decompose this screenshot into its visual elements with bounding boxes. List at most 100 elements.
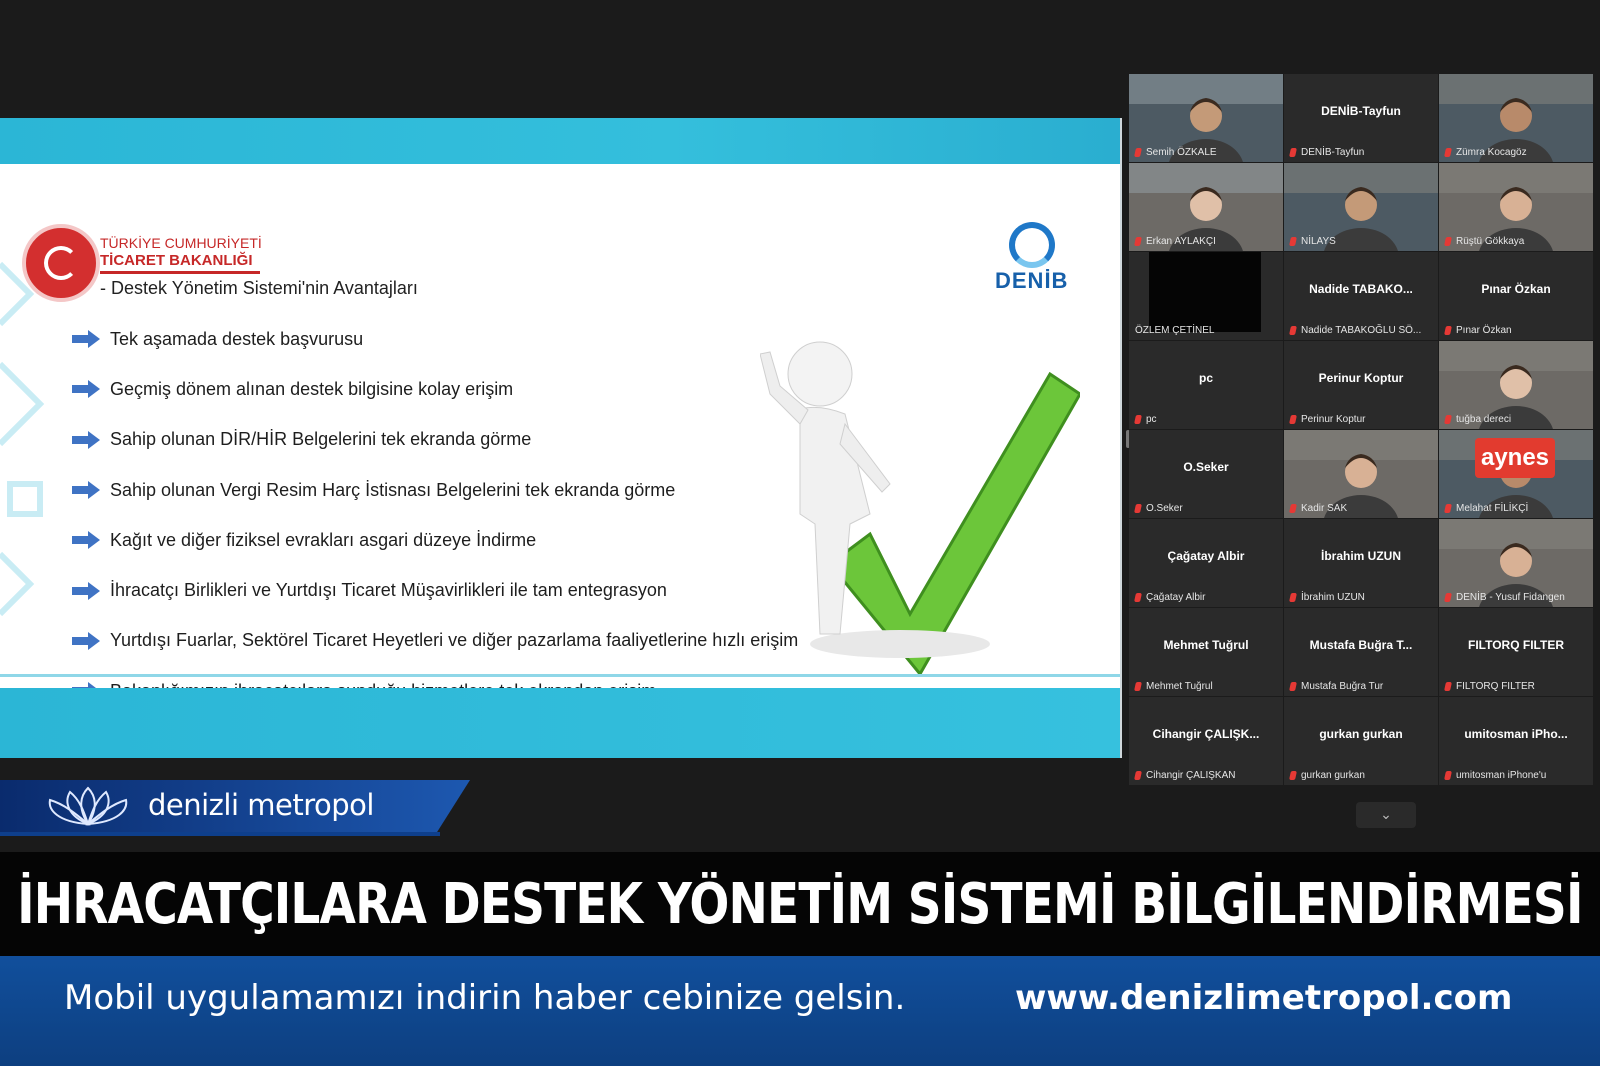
participant-name-label: Semih ÖZKALE [1134, 147, 1217, 158]
participant-name: gurkan gurkan [1301, 770, 1365, 781]
mic-muted-icon [1289, 504, 1297, 513]
participant-tile[interactable]: Çağatay Albir Çağatay Albir [1129, 519, 1283, 607]
participant-name: FILTORQ FILTER [1456, 681, 1535, 692]
arrow-right-icon [72, 481, 100, 500]
participant-tile[interactable]: tuğba dereci [1439, 341, 1593, 429]
advantage-item: İhracatçı Birlikleri ve Yurtdışı Ticaret… [72, 565, 798, 615]
participant-name: ÖZLEM ÇETİNEL [1135, 325, 1215, 336]
participant-display-name: Pınar Özkan [1481, 282, 1551, 296]
advantage-item: Tek aşamada destek başvurusu [72, 314, 798, 364]
advantage-item: Sahip olunan DİR/HİR Belgelerini tek ekr… [72, 415, 798, 465]
participant-tile[interactable]: pc pc [1129, 341, 1283, 429]
advantage-text: Yurtdışı Fuarlar, Sektörel Ticaret Heyet… [110, 630, 799, 651]
participant-name-label: pc [1134, 414, 1157, 425]
mic-muted-icon [1444, 326, 1452, 335]
participant-tile[interactable]: NİLAYS [1284, 163, 1438, 251]
participant-name: pc [1146, 414, 1157, 425]
headline-banner: İHRACATÇILARA DESTEK YÖNETİM SİSTEMİ BİL… [0, 852, 1600, 956]
footer-tagline: Mobil uygulamamızı indirin haber cebiniz… [64, 978, 906, 1018]
denib-logo: DENİB [995, 222, 1068, 294]
participant-tile[interactable]: Nadide TABAKO... Nadide TABAKOĞLU SÖ... [1284, 252, 1438, 340]
ministry-seal-icon [22, 224, 100, 302]
participant-tile[interactable]: umitosman iPho... umitosman iPhone'u [1439, 697, 1593, 785]
participant-display-name: DENİB-Tayfun [1321, 104, 1401, 118]
participant-tile[interactable]: Mustafa Buğra T... Mustafa Buğra Tur [1284, 608, 1438, 696]
camera-off-area [1149, 252, 1261, 332]
participant-display-name: Mehmet Tuğrul [1163, 638, 1249, 652]
mic-muted-icon [1289, 326, 1297, 335]
lotus-logo-icon [48, 786, 128, 826]
ministry-name: TÜRKİYE CUMHURİYETİ TİCARET BAKANLIĞI [100, 234, 262, 274]
mic-muted-icon [1444, 415, 1452, 424]
participant-name-label: ÖZLEM ÇETİNEL [1135, 325, 1214, 336]
participant-tile[interactable]: FILTORQ FILTER FILTORQ FILTER [1439, 608, 1593, 696]
participant-name-label: gurkan gurkan [1289, 770, 1365, 781]
participant-display-name: Cihangir ÇALIŞK... [1152, 727, 1260, 741]
ministry-line1: TÜRKİYE CUMHURİYETİ [100, 235, 262, 251]
participant-tile[interactable]: Erkan AYLAKÇI [1129, 163, 1283, 251]
participant-display-name: Perinur Koptur [1318, 371, 1404, 385]
slide-divider [0, 674, 1120, 677]
participant-name: umitosman iPhone'u [1456, 770, 1547, 781]
participant-tile[interactable]: Zümra Kocagöz [1439, 74, 1593, 162]
participant-name: O.Seker [1146, 503, 1183, 514]
mic-muted-icon [1134, 593, 1142, 602]
participant-display-name: Nadide TABAKO... [1309, 282, 1413, 296]
participant-name: Cihangir ÇALIŞKAN [1146, 770, 1236, 781]
denib-mark-icon [1008, 222, 1055, 268]
participant-tile[interactable]: İbrahim UZUN İbrahim UZUN [1284, 519, 1438, 607]
shared-slide: TÜRKİYE CUMHURİYETİ TİCARET BAKANLIĞI - … [0, 118, 1122, 758]
advantage-item: Geçmiş dönem alınan destek bilgisine kol… [72, 364, 798, 414]
arrow-right-icon [72, 430, 100, 449]
participant-name: Pınar Özkan [1456, 325, 1512, 336]
checkmark-figure-illustration [760, 341, 1080, 674]
participant-tile[interactable]: Cihangir ÇALIŞK... Cihangir ÇALIŞKAN [1129, 697, 1283, 785]
participant-name: tuğba dereci [1456, 414, 1512, 425]
participant-display-name: pc [1198, 371, 1213, 385]
slide-subtitle: - Destek Yönetim Sistemi'nin Avantajları [100, 278, 418, 298]
participant-tile[interactable]: Semih ÖZKALE [1129, 74, 1283, 162]
participant-tile[interactable]: DENİB - Yusuf Fidangen [1439, 519, 1593, 607]
participant-tile[interactable]: Rüştü Gökkaya [1439, 163, 1593, 251]
advantages-list: Tek aşamada destek başvurusu Geçmiş dönem… [72, 314, 798, 716]
advantage-item: Yurtdışı Fuarlar, Sektörel Ticaret Heyet… [72, 616, 798, 666]
slide-content: TÜRKİYE CUMHURİYETİ TİCARET BAKANLIĞI - … [0, 164, 1120, 701]
participant-display-name: umitosman iPho... [1464, 727, 1568, 741]
scroll-down-chevron-icon[interactable]: ⌄ [1356, 802, 1416, 828]
mic-muted-icon [1134, 771, 1142, 780]
participant-name-label: DENİB - Yusuf Fidangen [1444, 592, 1565, 603]
advantage-item: Sahip olunan Vergi Resim Harç İstisnası … [72, 465, 798, 515]
participant-tile[interactable]: gurkan gurkan gurkan gurkan [1284, 697, 1438, 785]
denib-logo-text: DENİB [995, 268, 1069, 293]
mic-muted-icon [1444, 504, 1452, 513]
advantage-text: Sahip olunan Vergi Resim Harç İstisnası … [110, 479, 676, 500]
slide-top-band [0, 118, 1120, 164]
footer-url-link[interactable]: www.denizlimetropol.com [1015, 978, 1512, 1018]
participant-name-label: O.Seker [1134, 503, 1183, 514]
mic-muted-icon [1289, 237, 1297, 246]
participant-name: Zümra Kocagöz [1456, 147, 1527, 158]
participant-tile[interactable]: aynes Melahat FİLİKÇİ [1439, 430, 1593, 518]
participant-tile[interactable]: Mehmet Tuğrul Mehmet Tuğrul [1129, 608, 1283, 696]
headline-text: İHRACATÇILARA DESTEK YÖNETİM SİSTEMİ BİL… [17, 871, 1583, 937]
participant-name-label: Çağatay Albir [1134, 592, 1205, 603]
advantage-text: Kağıt ve diğer fiziksel evrakları asgari… [110, 529, 537, 550]
arrow-right-icon [72, 531, 100, 550]
participant-tile[interactable]: DENİB-Tayfun DENİB-Tayfun [1284, 74, 1438, 162]
participant-tile[interactable]: Perinur Koptur Perinur Koptur [1284, 341, 1438, 429]
participant-display-name: gurkan gurkan [1319, 727, 1403, 741]
advantage-text: İhracatçı Birlikleri ve Yurtdışı Ticaret… [110, 580, 667, 601]
participant-name-label: Mehmet Tuğrul [1134, 681, 1213, 692]
arrow-right-icon [72, 581, 100, 600]
participant-name-label: İbrahim UZUN [1289, 592, 1365, 603]
participant-name-label: Melahat FİLİKÇİ [1444, 503, 1528, 514]
mic-muted-icon [1444, 148, 1452, 157]
participant-name-label: Perinur Koptur [1289, 414, 1365, 425]
participant-tile[interactable]: Pınar Özkan Pınar Özkan [1439, 252, 1593, 340]
mic-muted-icon [1289, 593, 1297, 602]
participant-tile[interactable]: O.Seker O.Seker [1129, 430, 1283, 518]
participant-name: Mustafa Buğra Tur [1301, 681, 1384, 692]
participant-tile[interactable]: Kadir SAK [1284, 430, 1438, 518]
footer-bar: Mobil uygulamamızı indirin haber cebiniz… [0, 956, 1600, 1066]
participant-tile[interactable]: ÖZLEM ÇETİNEL [1129, 252, 1283, 340]
